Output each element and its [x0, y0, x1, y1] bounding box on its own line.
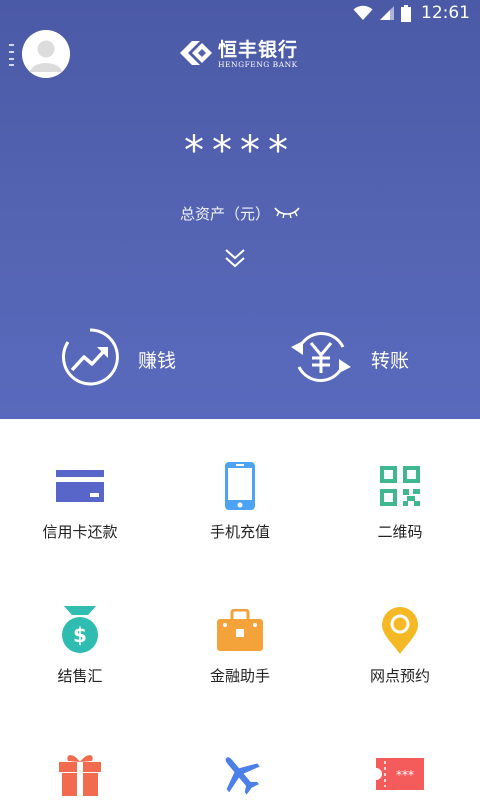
battery-icon: [401, 4, 411, 22]
service-flight[interactable]: [160, 749, 320, 800]
service-label: 金融助手: [209, 667, 270, 685]
gift-icon: [52, 749, 108, 799]
service-branch-appointment[interactable]: 网点预约: [320, 605, 480, 686]
eye-closed-icon[interactable]: [274, 204, 300, 223]
service-label: 信用卡还款: [42, 523, 118, 541]
bank-logo-icon: [178, 38, 214, 72]
transfer-label: 转账: [371, 349, 410, 372]
trend-up-icon: [60, 327, 120, 391]
service-financial-assistant[interactable]: 金融助手: [160, 605, 320, 686]
wifi-icon: [353, 5, 373, 21]
transfer-button[interactable]: 转账: [289, 327, 409, 391]
total-assets-label: 总资产（元）: [179, 205, 270, 223]
service-qr-code[interactable]: 二维码: [320, 461, 480, 542]
money-bag-icon: $: [52, 605, 108, 655]
total-assets-label-row: 总资产（元）: [0, 203, 480, 224]
service-ticket[interactable]: ***: [320, 749, 480, 800]
service-grid: 信用卡还款 手机充值 二维码 $ 结售汇 金融助手 网点预约 ***: [0, 419, 480, 800]
yuan-transfer-icon: [289, 327, 353, 391]
service-label: 网点预约: [369, 667, 430, 685]
bank-logo: 恒丰银行 HENGFENG BANK: [178, 38, 298, 72]
svg-text:***: ***: [396, 768, 414, 782]
location-pin-icon: [372, 605, 428, 655]
service-gift[interactable]: [0, 749, 160, 800]
mobile-phone-icon: [212, 461, 268, 511]
user-icon: [22, 30, 70, 78]
qr-code-icon: [372, 461, 428, 511]
avatar[interactable]: [22, 30, 70, 78]
svg-text:$: $: [73, 623, 87, 647]
bank-name-en: HENGFENG BANK: [218, 60, 298, 69]
earn-money-label: 赚钱: [138, 349, 177, 372]
service-label: 结售汇: [57, 667, 103, 685]
service-credit-card-repayment[interactable]: 信用卡还款: [0, 461, 160, 542]
service-label: 手机充值: [209, 523, 270, 541]
menu-icon[interactable]: [9, 44, 15, 66]
bank-name: 恒丰银行: [218, 39, 299, 61]
service-foreign-exchange[interactable]: $ 结售汇: [0, 605, 160, 686]
status-bar: 12:61: [0, 0, 480, 26]
asset-header: 12:61 恒丰银行 HENGFENG BANK **** 总资产（元） 赚钱 …: [0, 0, 480, 419]
total-assets-value: ****: [184, 128, 296, 174]
briefcase-icon: [212, 605, 268, 655]
earn-money-button[interactable]: 赚钱: [60, 327, 176, 391]
ticket-icon: ***: [372, 749, 428, 799]
airplane-icon: [212, 749, 268, 799]
service-label: 二维码: [377, 523, 423, 541]
signal-icon: [379, 5, 395, 21]
chevron-down-icon[interactable]: [224, 247, 246, 269]
credit-card-icon: [52, 461, 108, 511]
service-mobile-top-up[interactable]: 手机充值: [160, 461, 320, 542]
status-time: 12:61: [421, 3, 470, 23]
